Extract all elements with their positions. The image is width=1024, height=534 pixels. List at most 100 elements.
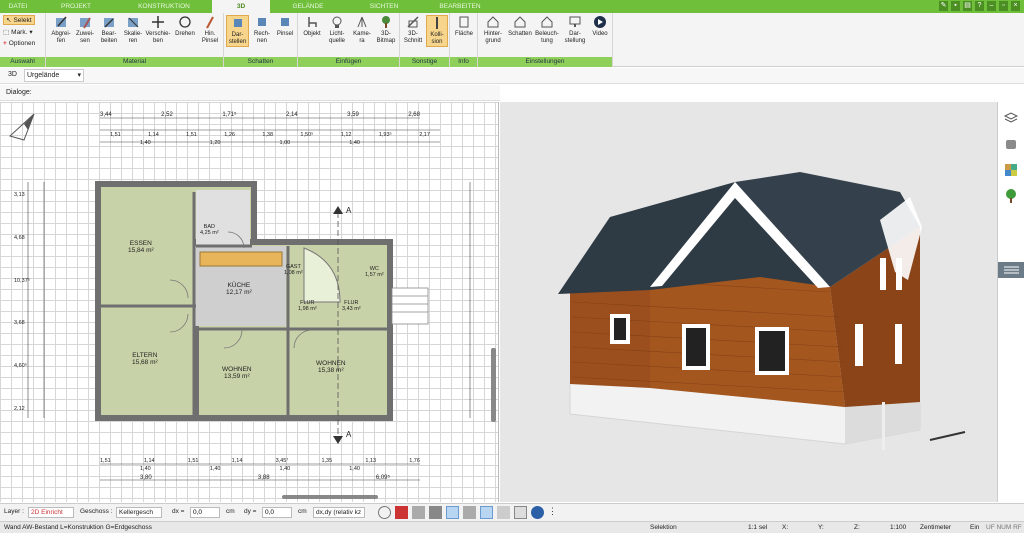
downpipe: [882, 402, 885, 450]
insert-light-button[interactable]: Licht- quelle: [325, 15, 349, 45]
layers-icon[interactable]: [1003, 110, 1019, 126]
insert-object-button[interactable]: Objekt: [300, 15, 324, 38]
insert-camera-button[interactable]: Kame- ra: [351, 15, 373, 45]
snap-plane-icon[interactable]: [480, 506, 493, 519]
material-scale-button[interactable]: Skalie- ren: [122, 15, 144, 45]
tab-konstruktion[interactable]: KONSTRUKTION: [116, 0, 212, 13]
tab-projekt[interactable]: PROJEKT: [36, 0, 116, 13]
3d-section-button[interactable]: 3D- Schnitt: [402, 15, 424, 45]
dy-unit: cm: [298, 508, 307, 515]
pin-icon[interactable]: ✎: [939, 1, 948, 11]
dimension-label: 10,37⁵: [14, 277, 31, 284]
horizontal-scrollbar[interactable]: [282, 495, 378, 499]
snap-angle-icon[interactable]: [463, 506, 476, 519]
dimension-label: 1,40: [209, 466, 221, 472]
lightbulb-icon: [330, 15, 344, 29]
material-palette-icon[interactable]: [1003, 162, 1019, 178]
insert-3d-bitmap-button[interactable]: 3D- Bitmap: [375, 15, 397, 45]
status-z: Z:: [854, 524, 860, 531]
room-label-gast: GAST 1,08 m²: [284, 264, 303, 276]
tab-bearbeiten[interactable]: BEARBEITEN: [422, 0, 498, 13]
entrance-steps: [391, 287, 429, 325]
tab-sichten[interactable]: SICHTEN: [346, 0, 422, 13]
snap-line-icon[interactable]: [446, 506, 459, 519]
hint-brush-button[interactable]: Hin. Pinsel: [199, 15, 221, 45]
tree-icon: [379, 15, 393, 29]
help-icon[interactable]: ?: [975, 1, 984, 11]
room-label-essen: ESSEN 15,84 m²: [128, 240, 154, 254]
vertical-scrollbar[interactable]: [491, 348, 496, 422]
status-x: X:: [782, 524, 789, 531]
minimize-icon[interactable]: –: [987, 1, 996, 11]
armchair-icon[interactable]: [1003, 136, 1019, 152]
select-button[interactable]: ↖ Selekt: [3, 15, 35, 25]
snap-grid-icon[interactable]: [412, 506, 425, 519]
layer-select[interactable]: 2D Einricht: [28, 507, 74, 518]
tree-icon[interactable]: [1003, 188, 1019, 204]
section-marker-bottom: A: [346, 430, 352, 439]
dimension-label: 1,00: [279, 140, 291, 146]
dy-input[interactable]: [262, 507, 292, 518]
dimension-label: 1,12: [340, 132, 352, 138]
more-icon[interactable]: ⋮: [548, 506, 557, 519]
dimension-row-bottom2: 3,80 3,88 6,09⁵: [140, 475, 390, 481]
save-icon[interactable]: ▪: [951, 1, 960, 11]
terrain-select-value: Urgelände: [27, 72, 60, 79]
dimension-col-left: 3,13 4,68 10,37⁵ 3,68 4,60⁵ 2,12: [14, 192, 30, 412]
dimension-label: 1,14: [231, 458, 243, 464]
north-arrow-icon: [9, 113, 35, 141]
tab-3d[interactable]: 3D: [212, 0, 270, 13]
maximize-icon[interactable]: ▫: [999, 1, 1008, 11]
chevron-down-icon: ▾: [77, 72, 81, 79]
area-button[interactable]: Fläche: [453, 15, 475, 38]
house-bg-icon: [486, 15, 500, 29]
status-scale: 1:100: [890, 524, 907, 531]
room-label-wohnen2: WOHNEN 15,38 m²: [316, 360, 346, 374]
collision-button[interactable]: Kolli- sion: [426, 15, 448, 47]
window: [896, 258, 902, 290]
room-label-eltern: ELTERN 15,68 m²: [132, 352, 158, 366]
material-assign-button[interactable]: Zuwei- sen: [74, 15, 96, 45]
shadow-settings-button[interactable]: Schatten: [507, 15, 533, 38]
dimension-label: 1,40: [279, 466, 291, 472]
close-icon[interactable]: ×: [1011, 1, 1020, 11]
floor-select[interactable]: Kellergesch: [116, 507, 162, 518]
material-edit-button[interactable]: Bear- beiten: [98, 15, 120, 45]
3d-view[interactable]: [500, 102, 997, 502]
shadow-calc-button[interactable]: Rech- nen: [251, 15, 273, 45]
plus-icon: +: [3, 40, 7, 47]
display-button[interactable]: Dar- stellung: [562, 15, 588, 45]
terrain-select[interactable]: Urgelände ▾: [24, 69, 84, 82]
lighting-button[interactable]: Beleuch- tung: [534, 15, 560, 45]
group-label-auswahl: Auswahl: [0, 57, 45, 67]
dimension-label: 6,09⁵: [375, 475, 390, 481]
eyedropper-icon: [54, 15, 68, 29]
tab-datei[interactable]: DATEI: [0, 0, 36, 13]
material-move-button[interactable]: Verschie- ben: [145, 15, 171, 45]
monitor-icon: [568, 15, 582, 29]
material-rotate-button[interactable]: Drehen: [173, 15, 197, 38]
background-button[interactable]: Hinter- grund: [480, 15, 506, 45]
print-icon[interactable]: ▤: [963, 1, 972, 11]
tab-gelaende[interactable]: GELÄNDE: [270, 0, 346, 13]
floor-plan-view[interactable]: 3,44 2,52 1,71⁵ 2,14 3,59 2,68 1,51 1,14 1,51 1,…: [0, 102, 499, 502]
north-icon[interactable]: [531, 506, 544, 519]
group-schatten: Dar- stellen Rech- nen Pinsel Schatten: [224, 13, 298, 67]
snap-edge-icon[interactable]: [497, 506, 510, 519]
kitchen-counter: [199, 251, 283, 267]
material-pick-button[interactable]: Abgrei- fen: [50, 15, 72, 45]
coordinate-mode-select[interactable]: dx,dy (relativ kz: [313, 507, 365, 518]
screen-icon[interactable]: [395, 506, 408, 519]
clock-icon[interactable]: [378, 506, 391, 519]
video-button[interactable]: Video: [589, 15, 611, 38]
snap-point-icon[interactable]: [429, 506, 442, 519]
shadow-brush-button[interactable]: Pinsel: [274, 15, 296, 38]
cube-brush-icon: [278, 15, 292, 29]
dx-input[interactable]: [190, 507, 220, 518]
mark-button[interactable]: ⬚ Mark. ▾: [3, 28, 33, 37]
view-selector-row: 3D Urgelände ▾: [0, 68, 1024, 84]
options-button[interactable]: + Optionen: [3, 40, 35, 47]
shadow-show-button[interactable]: Dar- stellen: [226, 15, 249, 47]
grid-icon[interactable]: [514, 506, 527, 519]
panel-toggle-button[interactable]: [998, 262, 1024, 278]
